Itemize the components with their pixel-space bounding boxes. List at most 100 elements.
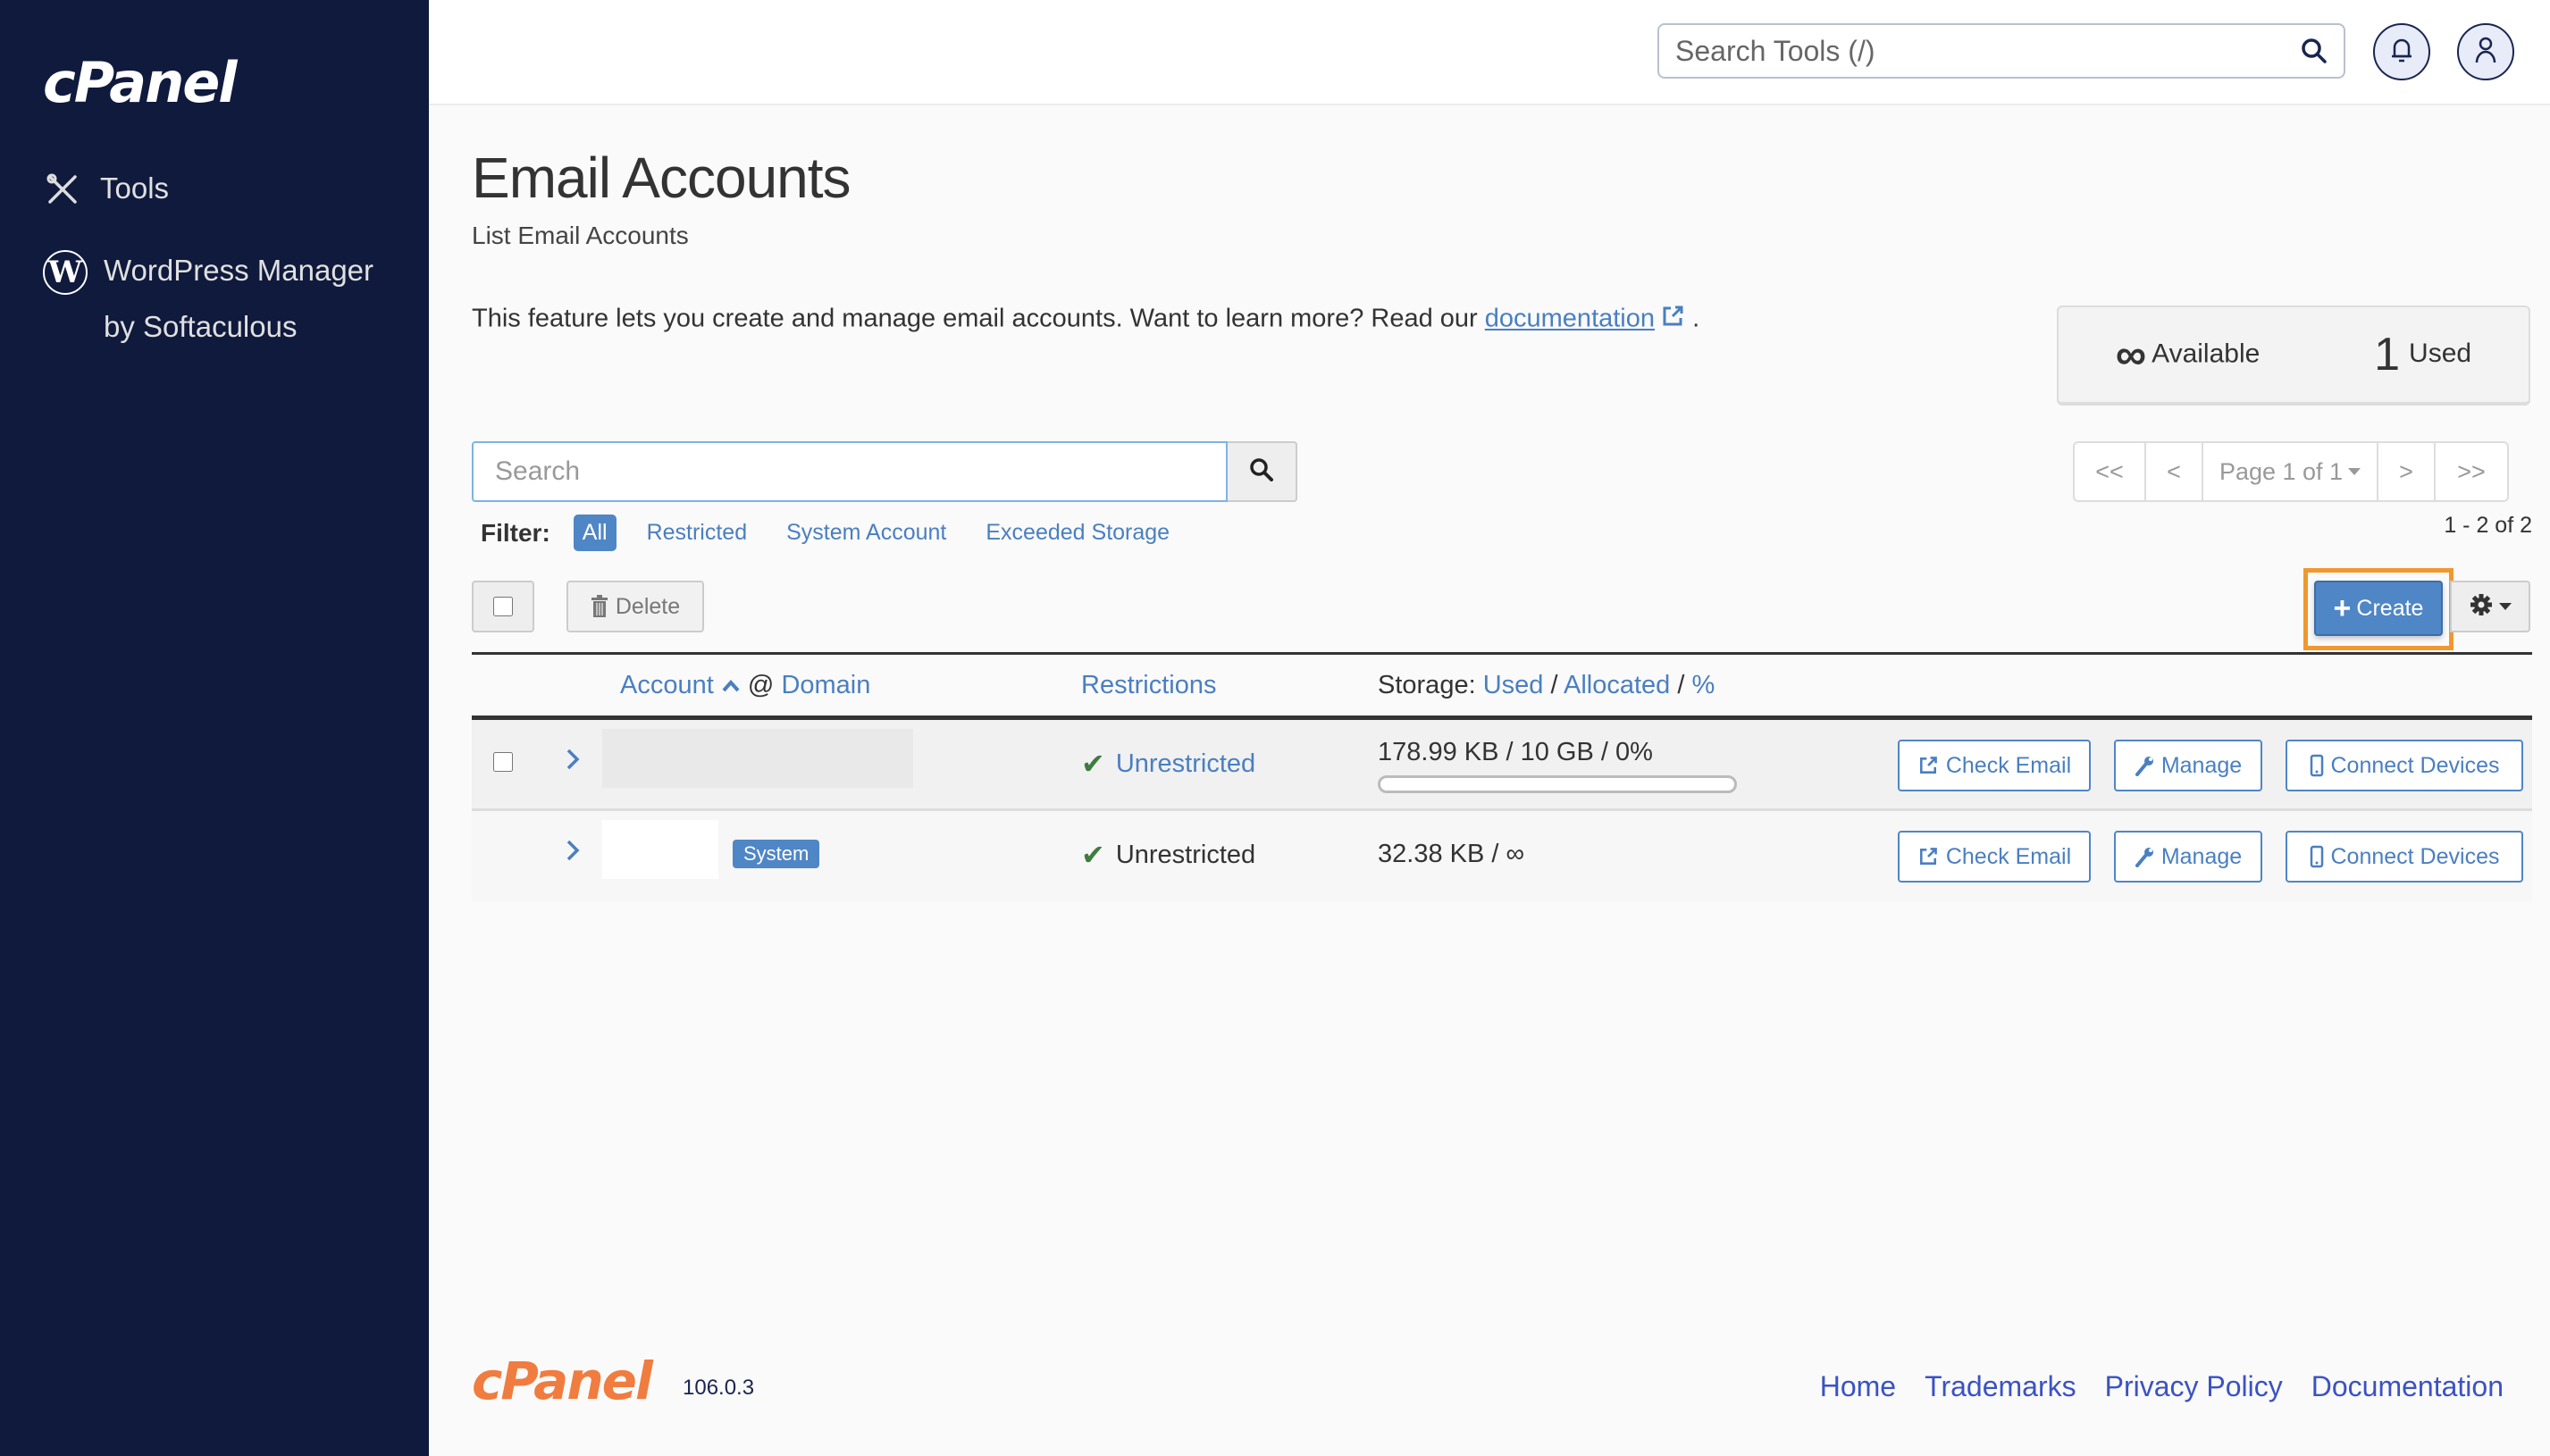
used-label: Used [2409, 338, 2472, 368]
expand-row-button[interactable] [565, 836, 581, 871]
wrench-icon [2135, 755, 2154, 776]
external-link-icon [1660, 304, 1685, 336]
stat-used: 1 Used [2374, 328, 2471, 381]
row-checkbox-wrap [493, 750, 513, 781]
filter-bar: Filter: All Restricted System Account Ex… [481, 515, 1209, 551]
first-page-button[interactable]: << [2075, 443, 2146, 500]
last-page-button[interactable]: >> [2436, 443, 2507, 500]
account-name-redacted [602, 729, 913, 788]
caret-down-icon [2348, 468, 2361, 475]
next-page-button[interactable]: > [2378, 443, 2436, 500]
cpanel-logo[interactable]: cPanel [43, 50, 238, 115]
select-all-checkbox[interactable] [493, 595, 513, 618]
user-menu-button[interactable] [2457, 23, 2514, 80]
connect-devices-button[interactable]: Connect Devices [2286, 831, 2523, 883]
row-checkbox[interactable] [493, 750, 513, 774]
sort-allocated[interactable]: Allocated [1564, 671, 1670, 699]
sidebar-item-tools[interactable]: Tools [43, 161, 169, 217]
footer-link-privacy-policy[interactable]: Privacy Policy [2105, 1370, 2283, 1403]
wordpress-icon: W [43, 250, 88, 295]
sort-domain[interactable]: Domain [781, 671, 870, 699]
sidebar-item-label: Tools [100, 172, 170, 205]
connect-devices-button[interactable]: Connect Devices [2286, 740, 2523, 791]
select-all-box [472, 581, 534, 632]
search-tools-input[interactable] [1659, 25, 2292, 77]
delete-button[interactable]: Delete [566, 581, 704, 632]
check-icon: ✔ [1081, 748, 1105, 780]
system-badge: System [733, 840, 820, 868]
manage-button[interactable]: Manage [2114, 831, 2262, 883]
description-text: This feature lets you create and manage … [472, 304, 1478, 333]
check-email-button[interactable]: Check Email [1898, 740, 2091, 791]
storage-usage: 32.38 KB / ∞ [1378, 840, 1525, 868]
footer-cpanel-logo[interactable]: cPanel [472, 1351, 653, 1411]
connect-devices-label: Connect Devices [2330, 752, 2500, 778]
storage-usage: 178.99 KB / 10 GB / 0% [1378, 738, 1653, 766]
results-range: 1 - 2 of 2 [2444, 513, 2532, 538]
manage-button[interactable]: Manage [2114, 740, 2262, 791]
create-label: Create [2356, 595, 2424, 621]
check-email-label: Check Email [1945, 752, 2072, 778]
storage-progress-bar [1378, 775, 1737, 793]
at-symbol: @ [747, 671, 775, 699]
sidebar-item-wordpress-manager[interactable]: W WordPress Manager by Softaculous [43, 243, 400, 355]
restriction-link[interactable]: Unrestricted [1116, 749, 1255, 779]
header-account-domain: Account @ Domain [620, 671, 870, 700]
restriction-status: ✔ Unrestricted [1081, 747, 1255, 781]
filter-exceeded-storage[interactable]: Exceeded Storage [986, 520, 1170, 546]
documentation-link-label: documentation [1484, 304, 1656, 333]
available-value: ∞ [2115, 331, 2147, 379]
check-email-button[interactable]: Check Email [1898, 831, 2091, 883]
separator: / [1677, 671, 1685, 699]
chevron-right-icon [565, 745, 581, 779]
pagination: << < Page 1 of 1 > >> [2073, 441, 2509, 502]
sort-restrictions[interactable]: Restrictions [1081, 671, 1217, 699]
sidebar: cPanel Tools W WordPress Manager by Soft… [0, 0, 429, 1456]
plus-icon: + [2333, 590, 2352, 625]
expand-row-button[interactable] [565, 745, 581, 780]
page-title: Email Accounts [472, 146, 851, 210]
footer-link-documentation[interactable]: Documentation [2311, 1370, 2504, 1403]
wrench-icon [2135, 846, 2154, 867]
sort-used[interactable]: Used [1483, 671, 1544, 699]
prev-page-button[interactable]: < [2146, 443, 2203, 500]
restriction-text: Unrestricted [1115, 840, 1256, 869]
version-number: 106.0.3 [683, 1376, 755, 1400]
tools-icon [43, 170, 82, 209]
account-search-input[interactable] [472, 441, 1228, 502]
notifications-button[interactable] [2373, 23, 2430, 80]
documentation-link[interactable]: documentation [1485, 305, 1655, 333]
connect-devices-label: Connect Devices [2330, 843, 2500, 869]
account-search [472, 441, 1297, 502]
user-icon [2474, 36, 2497, 69]
separator: / [1550, 671, 1558, 699]
description-end: . [1692, 304, 1700, 333]
stat-available: ∞ Available [2116, 331, 2260, 380]
filter-all[interactable]: All [573, 515, 617, 551]
account-name-redacted [602, 820, 718, 879]
available-label: Available [2152, 338, 2261, 368]
header-restrictions: Restrictions [1081, 671, 1217, 700]
check-email-label: Check Email [1945, 843, 2072, 869]
footer-link-home[interactable]: Home [1820, 1370, 1896, 1403]
filter-restricted[interactable]: Restricted [647, 520, 748, 546]
sort-asc-icon [721, 671, 741, 699]
sort-account[interactable]: Account [620, 671, 714, 699]
settings-dropdown-button[interactable] [2450, 581, 2530, 632]
account-search-button[interactable] [1228, 441, 1297, 502]
chevron-right-icon [565, 836, 581, 870]
page-description: This feature lets you create and manage … [472, 304, 1699, 336]
page-select[interactable]: Page 1 of 1 [2203, 443, 2378, 500]
search-tools-box [1657, 23, 2345, 79]
top-bar [429, 0, 2550, 105]
footer-link-trademarks[interactable]: Trademarks [1925, 1370, 2076, 1403]
filter-system-account[interactable]: System Account [786, 520, 946, 546]
create-button[interactable]: + Create [2314, 581, 2443, 636]
trash-icon [591, 595, 608, 618]
search-icon[interactable] [2292, 29, 2336, 73]
sidebar-item-label: WordPress Manager by Softaculous [104, 254, 374, 343]
used-value: 1 [2374, 329, 2401, 381]
sort-percent[interactable]: % [1692, 671, 1715, 699]
delete-label: Delete [615, 593, 681, 619]
table-row: ✔ Unrestricted 178.99 KB / 10 GB / 0% Ch… [472, 720, 2532, 811]
